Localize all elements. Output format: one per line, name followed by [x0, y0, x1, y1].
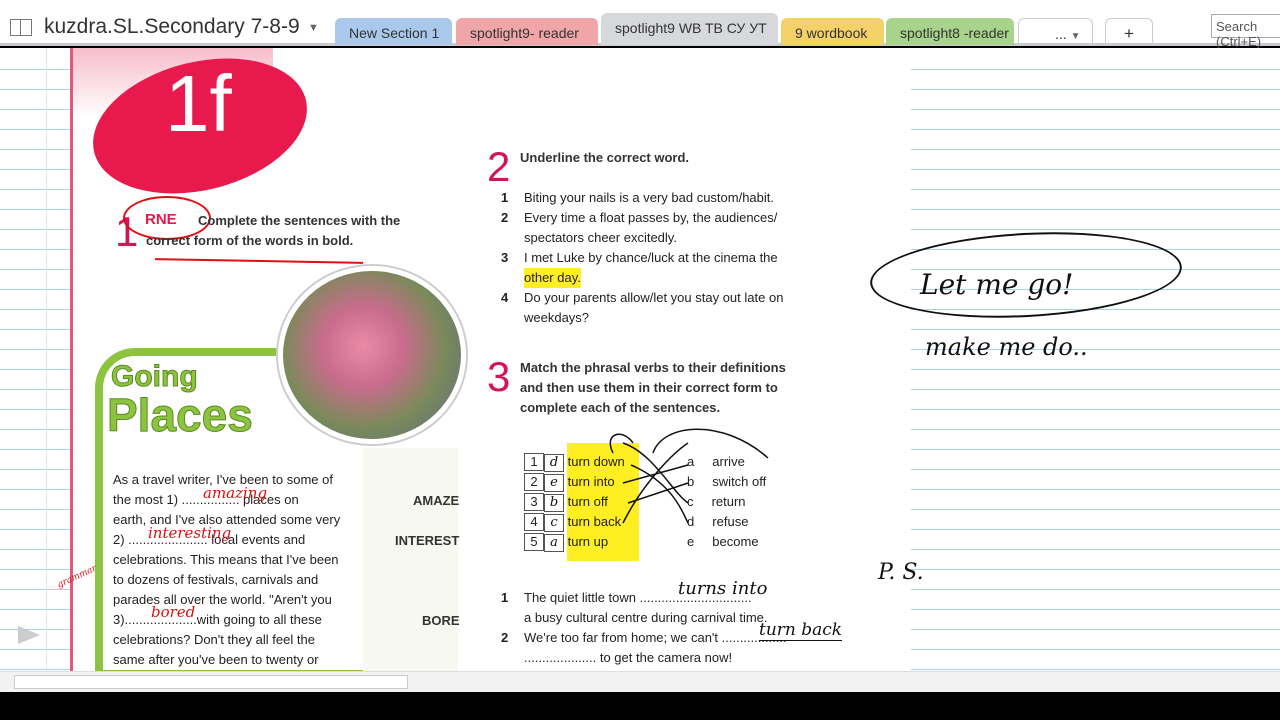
exercise-3-instruction: and then use them in their correct form …	[520, 380, 778, 395]
notebook-title[interactable]: kuzdra.SL.Secondary 7-8-9	[44, 15, 300, 39]
add-section-button[interactable]: +	[1105, 18, 1153, 45]
exercise-3-number: 3	[487, 353, 511, 400]
unit-number: 1f	[165, 59, 232, 148]
item-text: other day.	[524, 268, 581, 288]
sentence-text: .................... to get the camera n…	[524, 650, 733, 665]
item-number: 1	[501, 190, 509, 205]
item-text: I met Luke by chance/luck at the cinema …	[524, 250, 778, 265]
ink-note: make me do..	[925, 333, 1088, 361]
item-text: Biting your nails is a very bad custom/h…	[524, 190, 775, 205]
ink-answer: a	[544, 534, 564, 552]
passage-line: parades all over the world. "Aren't you	[113, 592, 332, 607]
verb-number: 5	[524, 533, 544, 551]
more-sections-button[interactable]: ... ▼	[1018, 18, 1093, 45]
item-text: weekdays?	[524, 310, 590, 325]
passage-line: to dozens of festivals, carnivals and	[113, 572, 319, 587]
sentence-text: We're too far from home; we can't ......…	[524, 630, 787, 645]
item-text: spectators cheer excitedly.	[524, 230, 677, 245]
ink-answer: b	[544, 494, 564, 512]
item-number: 2	[501, 210, 509, 225]
exercise-2-instruction: Underline the correct word.	[520, 150, 690, 165]
verb-number: 3	[524, 493, 544, 511]
ink-answer: amazing	[203, 484, 268, 502]
sentence-number: 2	[501, 630, 509, 645]
ink-answer: interesting	[148, 524, 232, 542]
exercise-2-number: 2	[487, 143, 511, 190]
tab-spotlight9-wb[interactable]: spotlight9 WB TB СУ УТ	[601, 13, 778, 45]
exercise-3-instruction: complete each of the sentences.	[520, 400, 721, 415]
sentence-number: 1	[501, 590, 509, 605]
item-number: 3	[501, 250, 509, 265]
ink-answer: e	[544, 474, 564, 492]
exercise-3-instruction: Match the phrasal verbs to their definit…	[520, 360, 786, 375]
chevron-down-icon: ▼	[1070, 31, 1081, 42]
word-column	[363, 448, 458, 671]
notebook-icon[interactable]	[10, 19, 32, 36]
ink-answer: d	[544, 454, 564, 472]
title-bar: kuzdra.SL.Secondary 7-8-9 ▼ New Section …	[0, 0, 1280, 49]
carnival-photo	[278, 266, 466, 444]
chevron-down-icon[interactable]: ▼	[308, 22, 319, 34]
verb-number: 2	[524, 473, 544, 491]
item-text: Every time a float passes by, the audien…	[524, 210, 778, 225]
bold-word: AMAZE	[413, 493, 460, 508]
scrollbar-thumb[interactable]	[14, 675, 408, 689]
bold-word: BORE	[422, 613, 460, 628]
verb-number: 4	[524, 513, 544, 531]
bold-word: INTEREST	[395, 533, 460, 548]
passage-line: same after you've been to twenty or	[113, 652, 319, 667]
textbook-page-image: 1f 1 RNE Complete the sentences with the…	[70, 48, 911, 671]
ink-answer: c	[544, 514, 564, 532]
passage-line: 3)....................with going to all …	[113, 612, 322, 627]
passage-line: celebrations. This means that I've been	[113, 552, 339, 567]
ink-answer: bored	[151, 603, 196, 621]
note-page[interactable]: 1f 1 RNE Complete the sentences with the…	[0, 48, 1280, 671]
expand-pages-icon[interactable]	[18, 626, 40, 644]
tab-spotlight9-reader[interactable]: spotlight9- reader	[456, 18, 598, 45]
horizontal-scrollbar[interactable]	[0, 671, 1280, 692]
tab-new-section-1[interactable]: New Section 1	[335, 18, 452, 45]
ink-answer: turn back	[759, 620, 843, 641]
more-label: ...	[1055, 26, 1067, 42]
ink-note: P. S.	[878, 560, 924, 585]
passage-line: celebrations? Don't they all feel the	[113, 632, 315, 647]
tab-9-wordbook[interactable]: 9 wordbook	[781, 18, 884, 45]
ink-answer: turns into	[678, 578, 768, 599]
page-margin-line	[46, 48, 47, 671]
item-number: 4	[501, 290, 509, 305]
tab-spotlight8-reader[interactable]: spotlight8 -reader	[886, 18, 1014, 45]
search-input[interactable]: Search (Ctrl+E)	[1211, 14, 1280, 49]
ink-matching-lines	[609, 428, 769, 524]
heading-places: Places	[107, 389, 254, 442]
item-text: Do your parents allow/let you stay out l…	[524, 290, 784, 305]
ink-underline	[154, 258, 364, 264]
sentence-text: a busy cultural centre during carnival t…	[524, 610, 768, 625]
exercise-1-instruction: Complete the sentences with the correct …	[146, 213, 401, 248]
verb-number: 1	[524, 453, 544, 471]
ink-note: Let me go!	[920, 268, 1074, 301]
